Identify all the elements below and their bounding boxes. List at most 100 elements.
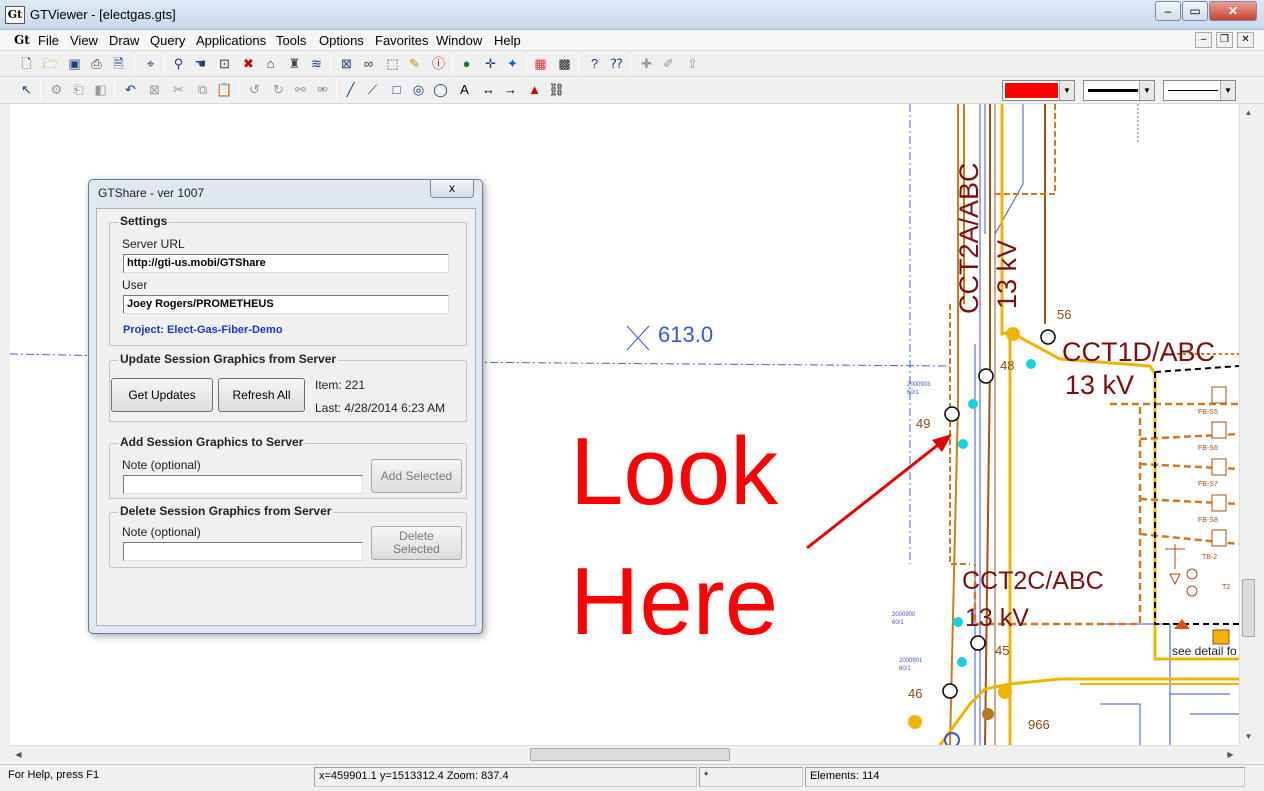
delete-selected-button[interactable]: Delete Selected [371,526,462,560]
node-46: 46 [908,686,922,701]
paste-icon[interactable]: 📋 [216,81,233,98]
add-note-label: Note (optional) [122,458,201,472]
refresh-all-button[interactable]: Refresh All [218,378,305,412]
bottle-icon[interactable]: ♜ [286,55,303,72]
print-preview-icon[interactable]: 🗎 [110,55,127,72]
cut-icon[interactable]: ✂ [170,81,187,98]
add-note-field[interactable] [123,475,363,494]
pan-hand-icon[interactable]: ☚ [192,55,209,72]
menu-favorites[interactable]: Favorites [375,33,428,48]
text-icon[interactable]: A [456,81,473,98]
globe-icon[interactable]: ● [458,55,475,72]
edit-pen-icon[interactable]: ✐ [660,55,677,72]
menu-options[interactable]: Options [319,33,364,48]
menu-window[interactable]: Window [436,33,482,48]
unlink-icon[interactable]: ⚮ [314,81,331,98]
close-button[interactable]: ✕ [1209,1,1257,21]
undo-icon[interactable]: ↶ [122,81,139,98]
color-palette-icon[interactable]: ▦ [532,55,549,72]
arrow-icon[interactable]: → [502,81,519,98]
add-point-icon[interactable]: ✚ [638,55,655,72]
status-modified: * [699,767,803,787]
copy-props-icon[interactable]: ⎗ [70,81,87,98]
menu-bar: Gt File View Draw Query Applications Too… [0,30,1264,51]
circle-icon[interactable]: ◎ [410,81,427,98]
chain-icon[interactable]: ⛓ [548,81,565,98]
help-icon[interactable]: ? [586,55,603,72]
delete-note-field[interactable] [123,542,363,561]
svg-text:2000900: 2000900 [892,612,916,618]
pattern-icon[interactable]: ▩ [556,55,573,72]
ellipse-icon[interactable]: ◯ [432,81,449,98]
scroll-down-icon[interactable]: ▼ [1240,728,1257,745]
target-icon[interactable]: ✦ [504,55,521,72]
user-field[interactable]: Joey Rogers/PROMETHEUS [123,295,449,314]
zoom-window-icon[interactable]: ⊡ [216,55,233,72]
link-icon[interactable]: ⚯ [292,81,309,98]
copy-icon[interactable]: ⧉ [194,81,211,98]
get-updates-button[interactable]: Get Updates [111,378,213,412]
home-view-icon[interactable]: ⌂ [262,55,279,72]
settings-group: Settings Server URL http://gti-us.mobi/G… [109,214,467,346]
mdi-restore-button[interactable]: ❐ [1216,32,1233,48]
open-folder-icon[interactable]: 🗁 [42,55,59,72]
project-name: Project: Elect-Gas-Fiber-Demo [123,324,283,336]
menu-help[interactable]: Help [494,33,521,48]
vertical-scrollbar[interactable]: ▲ ▼ [1239,104,1256,745]
update-group-title: Update Session Graphics from Server [118,352,339,366]
horizontal-scroll-thumb[interactable] [530,748,730,761]
properties-icon[interactable]: ⚙ [48,81,65,98]
menu-query[interactable]: Query [150,33,185,48]
scroll-left-icon[interactable]: ◀ [10,746,27,763]
line-style-combo[interactable]: ▼ [1163,80,1236,101]
line-weight-combo[interactable]: ▼ [1083,80,1155,101]
toggle-icon[interactable]: ◧ [92,81,109,98]
new-file-icon[interactable]: 🗋 [18,55,35,72]
scroll-right-icon[interactable]: ▶ [1222,746,1239,763]
measure-icon[interactable]: ✎ [406,55,423,72]
delete-note-label: Note (optional) [122,525,201,539]
fit-icon[interactable]: ⊠ [338,55,355,72]
info-icon[interactable]: ⓘ [430,55,447,72]
zoom-extents-icon[interactable]: ✖ [240,55,257,72]
scroll-up-icon[interactable]: ▲ [1240,104,1257,121]
add-selected-button[interactable]: Add Selected [371,459,462,493]
find-icon[interactable]: ⌖ [142,55,159,72]
menu-applications[interactable]: Applications [196,33,266,48]
minimize-button[interactable]: – [1155,1,1181,21]
dimension-icon[interactable]: ↔ [480,81,497,98]
line-icon[interactable]: ╱ [342,81,359,98]
maximize-button[interactable]: ▭ [1182,1,1208,21]
mdi-close-button[interactable]: ✕ [1237,32,1254,48]
snap-icon[interactable]: ✛ [482,55,499,72]
menu-view[interactable]: View [70,33,98,48]
upload-icon[interactable]: ⇧ [684,55,701,72]
zoom-icon[interactable]: ⚲ [170,55,187,72]
rectangle-icon[interactable]: □ [388,81,405,98]
pointer-icon[interactable]: ↖ [18,81,35,98]
print-icon[interactable]: ⎙ [88,55,105,72]
app-icon[interactable]: Gt [5,6,25,24]
symbol-icon[interactable]: ▲ [526,81,543,98]
dialog-close-button[interactable]: x [430,180,474,198]
color-combo[interactable]: ▼ [1002,80,1075,101]
mdi-app-icon[interactable]: Gt [14,33,30,47]
delete-icon[interactable]: ⊠ [146,81,163,98]
server-url-field[interactable]: http://gti-us.mobi/GTShare [123,254,449,273]
label-cct2c: CCT2C/ABC [962,567,1104,595]
rotate-right-icon[interactable]: ↻ [270,81,287,98]
rotate-left-icon[interactable]: ↺ [246,81,263,98]
mdi-minimize-button[interactable]: – [1195,32,1212,48]
menu-tools[interactable]: Tools [276,33,306,48]
context-help-icon[interactable]: ⁇ [608,55,625,72]
select-box-icon[interactable]: ⬚ [384,55,401,72]
horizontal-scrollbar[interactable]: ◀ ▶ [10,745,1239,762]
vertical-scroll-thumb[interactable] [1242,579,1255,637]
menu-file[interactable]: File [38,33,59,48]
binoculars-icon[interactable]: ∞ [360,55,377,72]
callout-here: Here [570,548,778,655]
layers-icon[interactable]: ≋ [308,55,325,72]
menu-draw[interactable]: Draw [109,33,139,48]
save-icon[interactable]: ▣ [66,55,83,72]
polyline-icon[interactable]: ⟋ [364,81,381,98]
